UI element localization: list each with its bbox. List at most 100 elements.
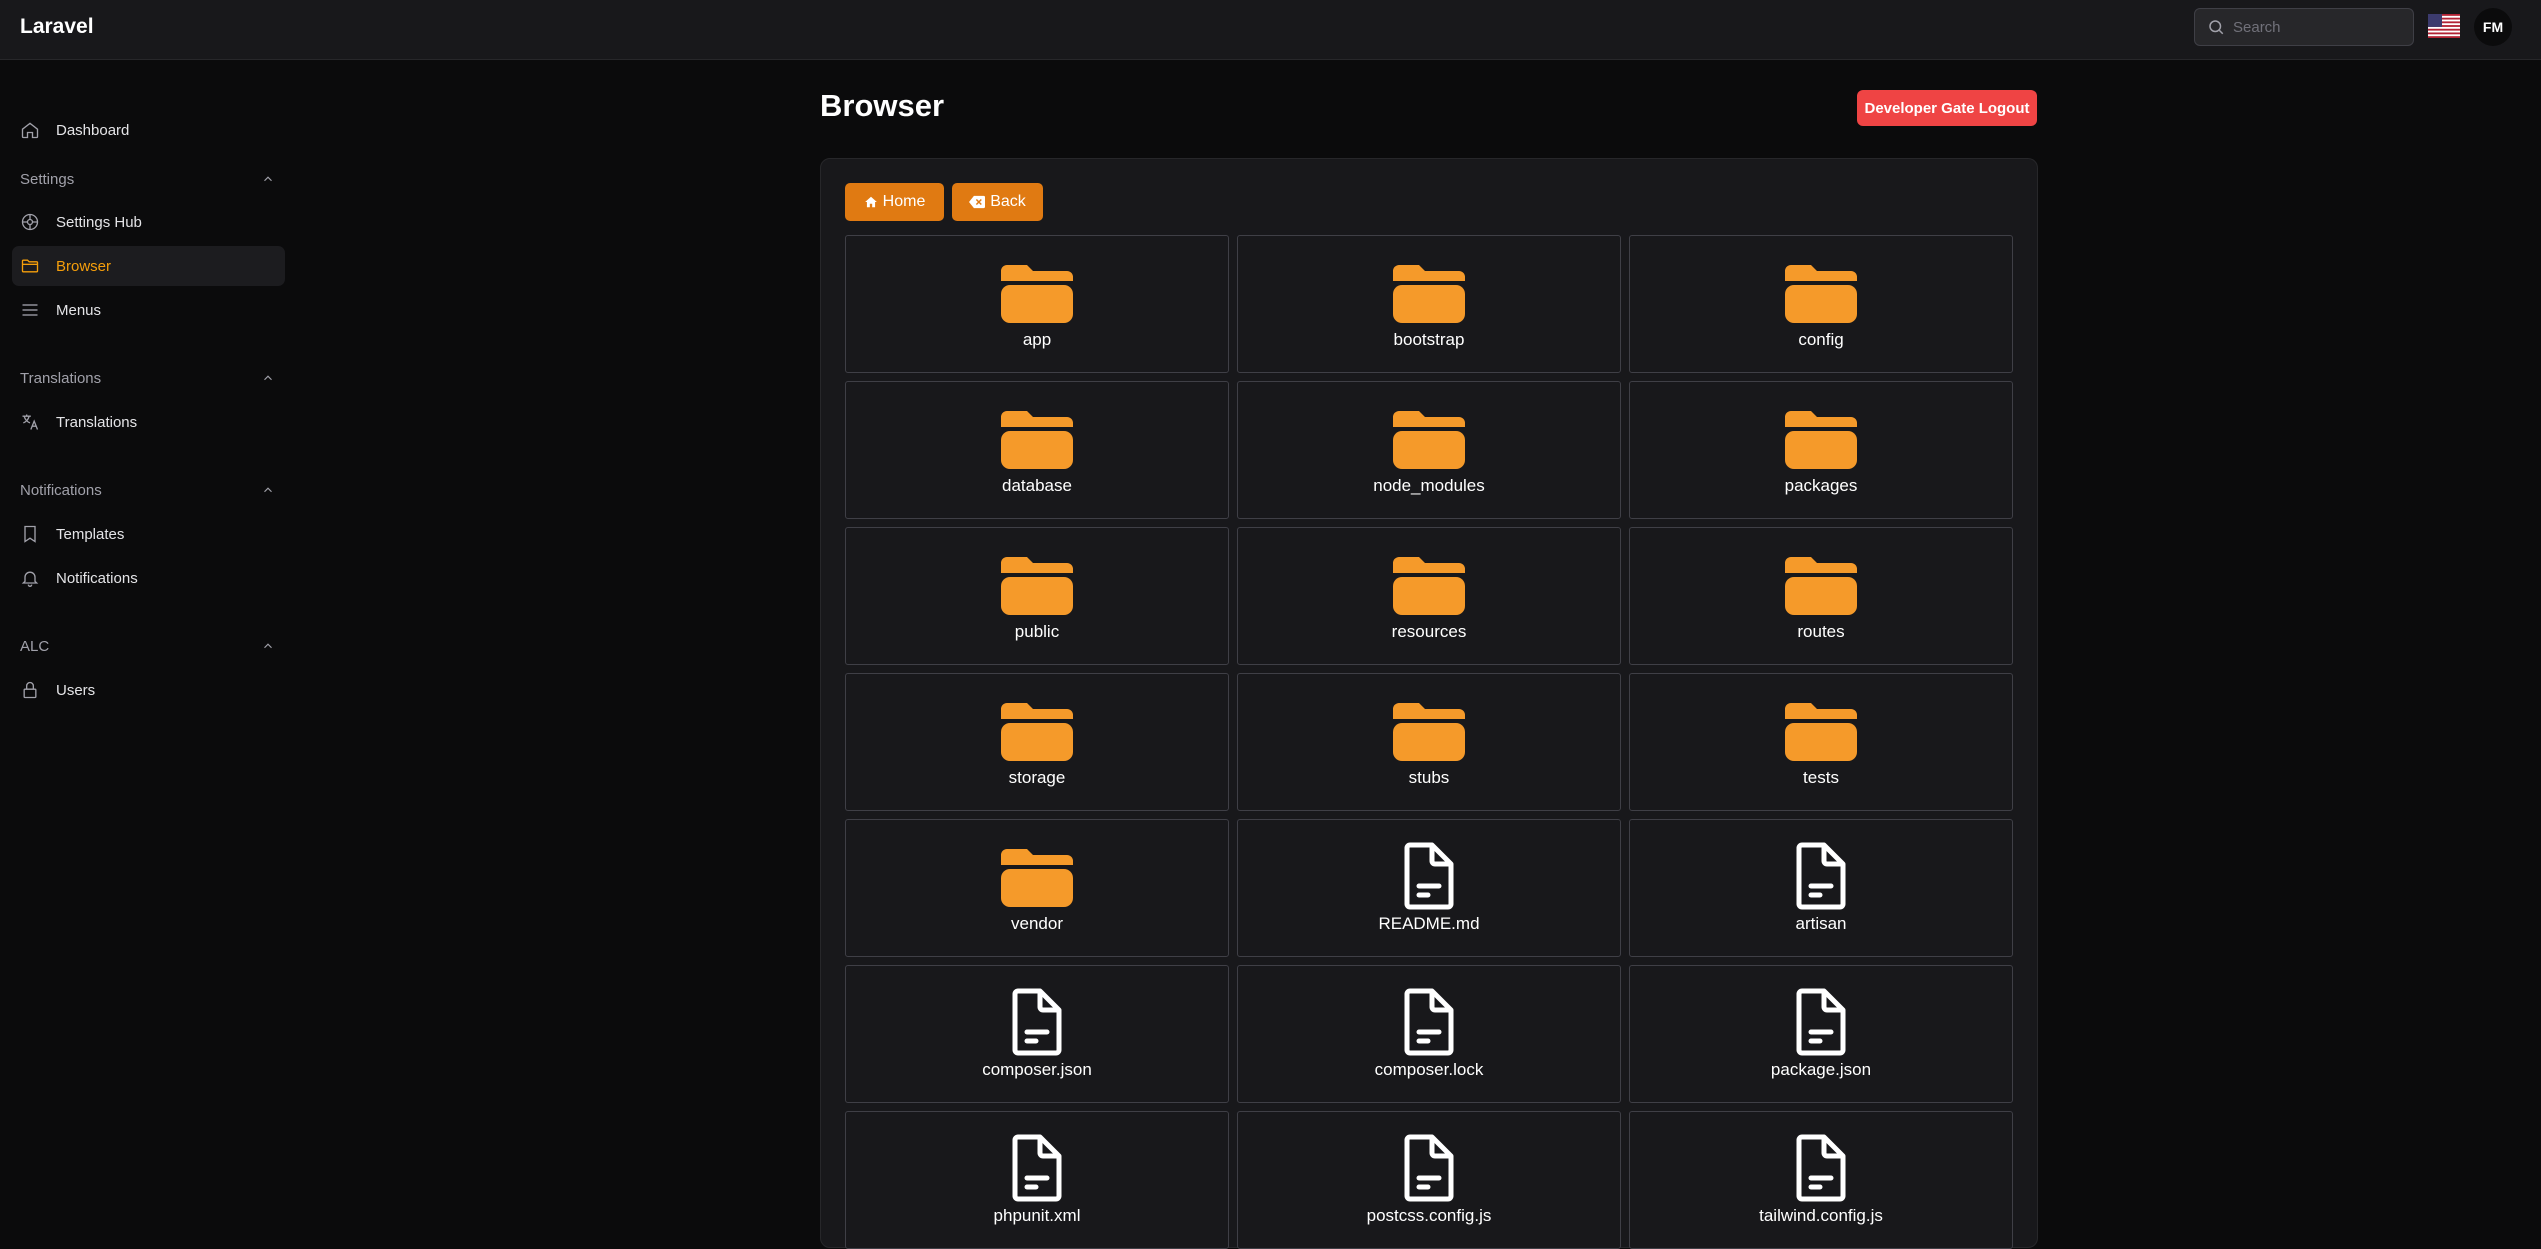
file-grid: app bootstrap config database node_modulespa… [845,235,2013,1249]
folder-icon [20,255,42,277]
folder-tile[interactable]: public [845,527,1229,665]
file-tile[interactable]: tailwind.config.js [1629,1111,2013,1249]
tile-name: stubs [1408,768,1450,787]
sidebar-group-translations[interactable]: Translations [20,366,275,390]
folder-tile[interactable]: routes [1629,527,2013,665]
sidebar-item-label: Users [56,681,96,699]
sidebar-item-label: Translations [56,413,138,431]
home-button[interactable]: Home [845,183,944,221]
home-icon [20,119,42,141]
sidebar-item-users[interactable]: Users [12,670,285,710]
folder-icon [1393,406,1465,470]
file-icon [1401,842,1457,910]
tile-name: README.md [1378,914,1480,933]
sidebar-group-notifications[interactable]: Notifications [20,478,275,502]
tile-name: public [1014,622,1060,641]
sidebar-item-notifications[interactable]: Notifications [12,558,285,598]
folder-icon [1785,406,1857,470]
bars-icon [20,299,42,321]
file-icon [1793,842,1849,910]
us-flag-icon[interactable] [2428,14,2460,38]
folder-icon [1001,698,1073,762]
sidebar-item-browser[interactable]: Browser [12,246,285,286]
file-tile[interactable]: composer.lock [1237,965,1621,1103]
sidebar-group-alc[interactable]: ALC [20,634,275,658]
tile-name: postcss.config.js [1366,1206,1492,1225]
backspace-icon [969,195,986,209]
lock-icon [20,679,42,701]
sidebar-item-label: Menus [56,301,102,319]
file-tile[interactable]: postcss.config.js [1237,1111,1621,1249]
file-tile[interactable]: package.json [1629,965,2013,1103]
brand-logo[interactable]: Laravel [20,15,94,39]
sidebar-item-settings-hub[interactable]: Settings Hub [12,202,285,242]
tile-name: tailwind.config.js [1759,1206,1883,1225]
tile-name: database [1002,476,1072,495]
folder-tile[interactable]: database [845,381,1229,519]
user-avatar[interactable]: FM [2474,8,2512,46]
sidebar-item-menus[interactable]: Menus [12,290,285,330]
file-tile[interactable]: composer.json [845,965,1229,1103]
tile-name: phpunit.xml [993,1206,1081,1225]
tile-name: composer.json [982,1060,1092,1079]
tile-name: bootstrap [1393,330,1465,349]
sidebar-item-label: Settings Hub [56,213,142,231]
file-icon [1793,1134,1849,1202]
folder-tile[interactable]: resources [1237,527,1621,665]
sidebar-group-settings[interactable]: Settings [20,167,275,191]
folder-icon [1785,552,1857,616]
file-tile[interactable]: phpunit.xml [845,1111,1229,1249]
folder-tile[interactable]: node_modules [1237,381,1621,519]
chevron-up-icon [264,487,272,493]
back-button[interactable]: Back [952,183,1043,221]
folder-icon [1393,260,1465,324]
file-icon [1009,988,1065,1056]
tile-name: composer.lock [1374,1060,1484,1079]
developer-gate-logout-button[interactable]: Developer Gate Logout [1857,90,2037,126]
search-icon [2209,20,2224,35]
folder-tile[interactable]: config [1629,235,2013,373]
folder-icon [1001,844,1073,908]
sidebar-item-label: Browser [56,257,112,275]
folder-tile[interactable]: app [845,235,1229,373]
folder-icon [1393,552,1465,616]
folder-tile[interactable]: bootstrap [1237,235,1621,373]
file-icon [1401,988,1457,1056]
folder-icon [1001,552,1073,616]
chevron-up-icon [264,176,272,182]
home-icon [864,196,877,208]
top-bar: Laravel FM [0,0,2541,60]
language-icon [20,411,42,433]
tile-name: resources [1391,622,1467,641]
file-icon [1793,988,1849,1056]
folder-tile[interactable]: stubs [1237,673,1621,811]
search-box[interactable] [2194,8,2414,46]
sidebar-item-dashboard[interactable]: Dashboard [12,110,285,150]
sidebar-item-translations[interactable]: Translations [12,402,285,442]
tile-name: app [1022,330,1052,349]
chevron-up-icon [264,375,272,381]
file-tile[interactable]: artisan [1629,819,2013,957]
tile-name: artisan [1795,914,1847,933]
folder-icon [1393,698,1465,762]
sidebar-item-label: Notifications [56,569,138,587]
file-icon [1401,1134,1457,1202]
folder-tile[interactable]: vendor [845,819,1229,957]
chevron-up-icon [264,643,272,649]
search-input[interactable] [2233,18,2403,36]
sidebar-item-label: Dashboard [56,121,130,139]
folder-tile[interactable]: storage [845,673,1229,811]
file-tile[interactable]: README.md [1237,819,1621,957]
tile-name: vendor [1011,914,1063,933]
sidebar-item-templates[interactable]: Templates [12,514,285,554]
folder-icon [1001,406,1073,470]
tile-name: package.json [1770,1060,1872,1079]
bookmark-icon [20,523,42,545]
folder-tile[interactable]: tests [1629,673,2013,811]
file-browser-panel: Home Back app bootstrap config database node… [820,158,2038,1249]
bell-icon [20,567,42,589]
folder-tile[interactable]: packages [1629,381,2013,519]
tile-name: config [1798,330,1844,349]
file-icon [1009,1134,1065,1202]
tile-name: packages [1784,476,1858,495]
